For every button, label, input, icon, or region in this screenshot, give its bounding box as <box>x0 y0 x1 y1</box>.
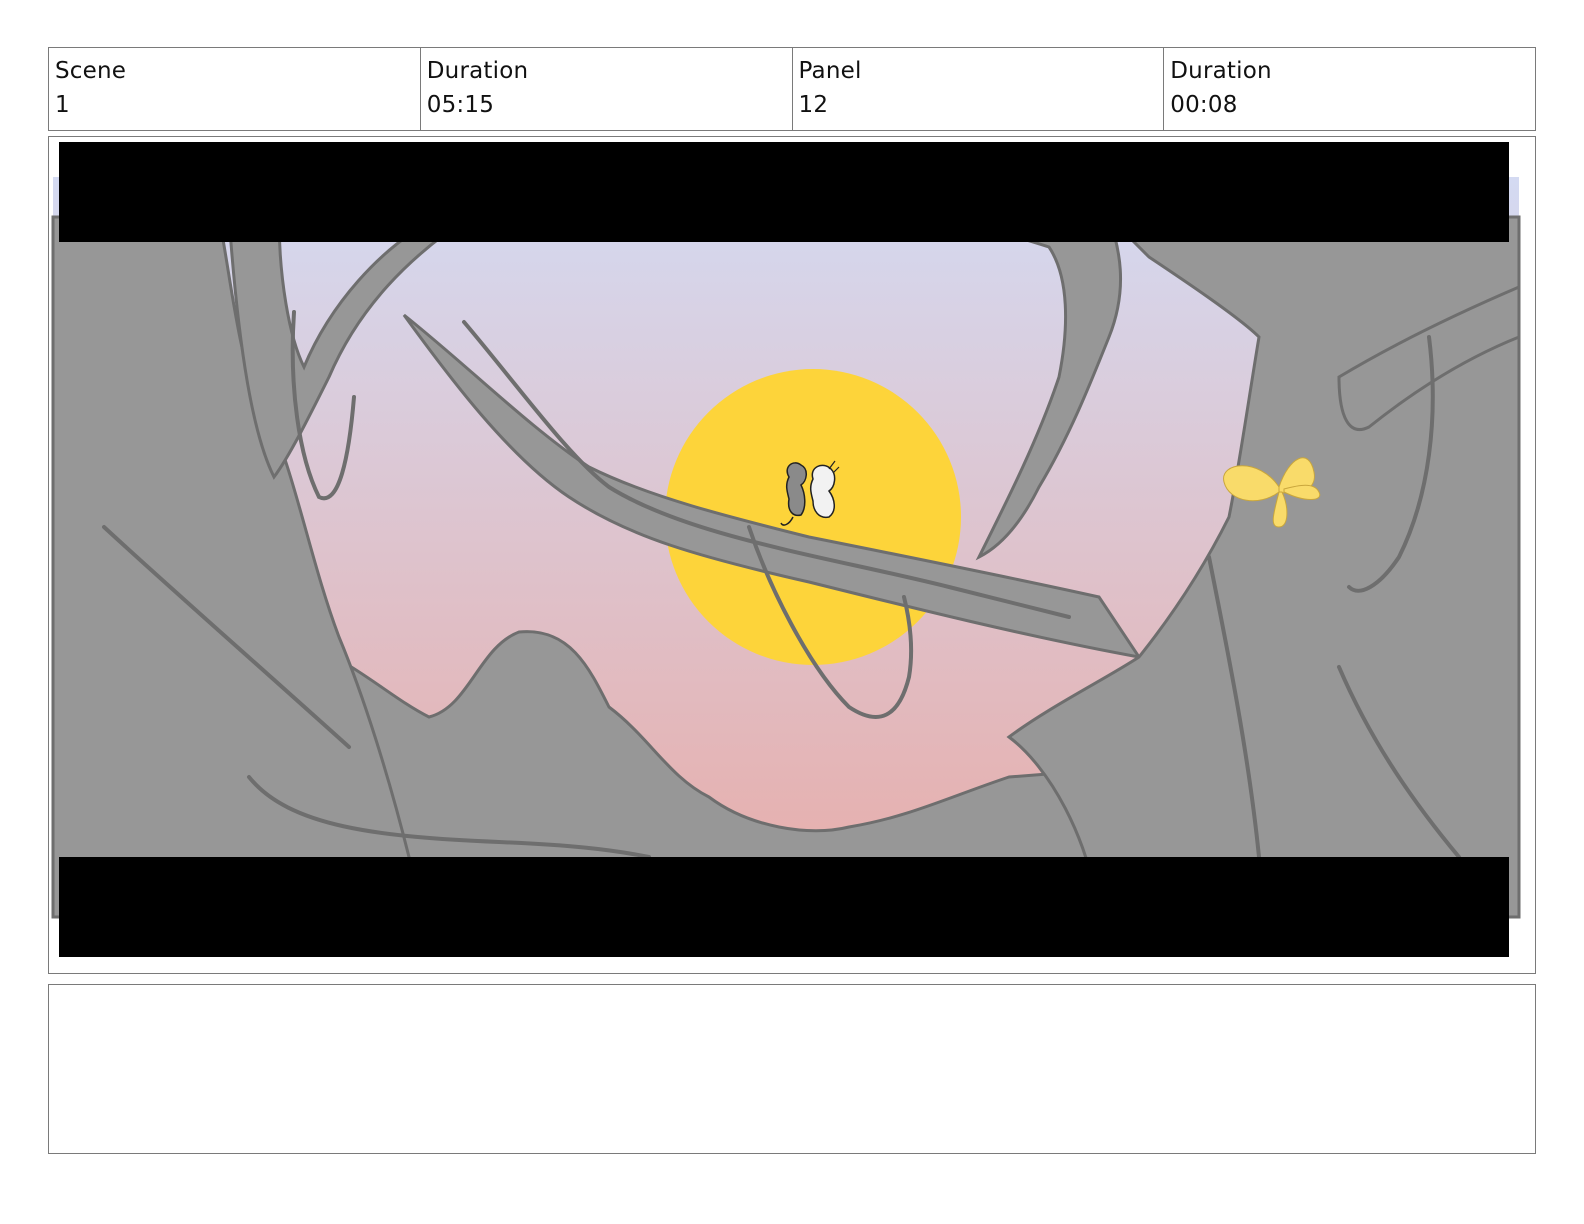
storyboard-page: Scene 1 Duration 05:15 Panel 12 Duration… <box>0 0 1584 1224</box>
panel-duration-value: 00:08 <box>1170 92 1238 118</box>
scene-duration-value: 05:15 <box>426 92 495 118</box>
panel-label: Panel <box>798 58 862 84</box>
storyboard-artwork <box>51 142 1521 957</box>
letterbox-bottom-bar <box>59 857 1509 957</box>
scene-duration-label: Duration <box>426 58 529 84</box>
panel-duration-label: Duration <box>1170 58 1272 84</box>
scene-label: Scene <box>55 58 127 84</box>
panel-value: 12 <box>798 92 829 118</box>
scene-duration-cell: Duration 05:15 <box>421 48 793 130</box>
panel-notes-box[interactable] <box>48 984 1536 1154</box>
letterbox-top-bar <box>59 142 1509 242</box>
storyboard-panel-frame <box>48 136 1536 974</box>
panel-cell: Panel 12 <box>793 48 1165 130</box>
scene-value: 1 <box>55 92 70 118</box>
panel-info-table: Scene 1 Duration 05:15 Panel 12 Duration… <box>48 47 1536 131</box>
panel-duration-cell: Duration 00:08 <box>1164 48 1535 130</box>
scene-cell: Scene 1 <box>49 48 421 130</box>
